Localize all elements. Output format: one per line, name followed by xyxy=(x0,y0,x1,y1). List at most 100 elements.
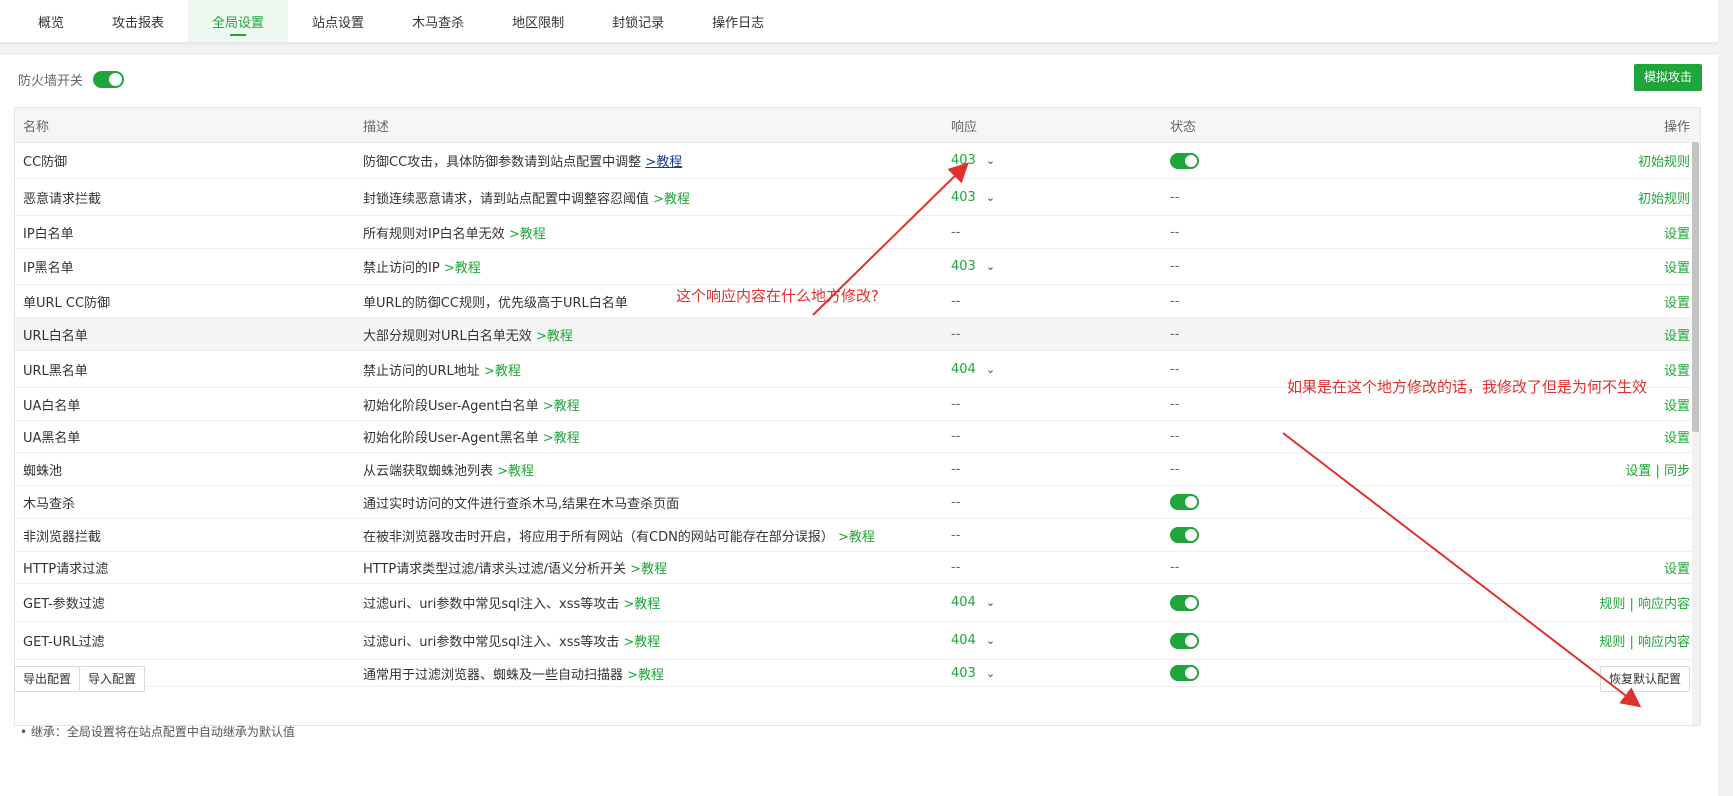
rule-description-text: 封锁连续恶意请求，请到站点配置中调整容忍阈值 xyxy=(363,191,654,207)
restore-default-button[interactable]: 恢复默认配置 xyxy=(1599,666,1690,692)
response-cell[interactable]: 403 ⌄ xyxy=(951,259,1170,274)
action-cell: 初始规则 xyxy=(1482,188,1700,207)
response-code: -- xyxy=(951,396,961,412)
action-link[interactable]: 设置 xyxy=(1664,562,1690,577)
rule-name: URL白名单 xyxy=(23,328,88,344)
chevron-down-icon[interactable]: ⌄ xyxy=(986,260,995,273)
rule-description-text: 所有规则对IP白名单无效 xyxy=(363,226,509,242)
action-link[interactable]: 设置 xyxy=(1664,431,1690,446)
table-row: IP白名单 所有规则对IP白名单无效 >教程 -- -- 设置 xyxy=(15,216,1700,249)
tutorial-link[interactable]: >教程 xyxy=(543,431,580,446)
tab-0[interactable]: 概览 xyxy=(14,0,88,42)
action-link[interactable]: 设置 xyxy=(1664,364,1690,379)
table-scrollbar-thumb[interactable] xyxy=(1692,142,1699,432)
response-code: -- xyxy=(951,326,961,342)
rule-description-text: 禁止访问的URL地址 xyxy=(363,363,484,379)
tutorial-link[interactable]: >教程 xyxy=(645,155,682,170)
simulate-attack-button[interactable]: 模拟攻击 xyxy=(1633,64,1702,91)
response-cell[interactable]: 404 ⌄ xyxy=(951,362,1170,377)
tutorial-link[interactable]: >教程 xyxy=(444,261,481,276)
table-row: HTTP请求过滤 HTTP请求类型过滤/请求头过滤/语义分析开关 >教程 -- -- 设… xyxy=(15,552,1700,584)
action-separator: | xyxy=(1625,635,1638,650)
tutorial-link[interactable]: >教程 xyxy=(623,597,660,612)
rule-description: 初始化阶段User-Agent黑名单 >教程 xyxy=(363,427,951,446)
rule-description-text: 通常用于过滤浏览器、蜘蛛及一些自动扫描器 xyxy=(363,667,628,683)
action-link[interactable]: 规则 xyxy=(1599,597,1625,612)
tab-4[interactable]: 木马查杀 xyxy=(388,0,488,42)
status-text: -- xyxy=(1170,189,1180,205)
tutorial-link[interactable]: >教程 xyxy=(623,635,660,650)
status-toggle[interactable] xyxy=(1170,152,1199,169)
tutorial-link[interactable]: >教程 xyxy=(543,399,580,414)
response-cell: -- xyxy=(951,397,1170,412)
action-cell: 规则 | 响应内容 xyxy=(1482,593,1700,612)
tab-1[interactable]: 攻击报表 xyxy=(88,0,188,42)
rule-name: IP白名单 xyxy=(23,226,74,242)
response-code: -- xyxy=(951,461,961,477)
status-cell xyxy=(1170,594,1482,611)
tab-7[interactable]: 操作日志 xyxy=(688,0,788,42)
action-link[interactable]: 设置 xyxy=(1625,464,1651,479)
action-link[interactable]: 规则 xyxy=(1599,635,1625,650)
table-row: User-Agent过滤通常用于过滤浏览器、蜘蛛及一些自动扫描器 >教程403⌄… xyxy=(15,660,1700,687)
response-cell[interactable]: 403 ⌄ xyxy=(951,153,1170,168)
export-config-button[interactable]: 导出配置 xyxy=(14,666,81,692)
status-toggle[interactable] xyxy=(1170,665,1199,681)
action-link[interactable]: 响应内容 xyxy=(1638,597,1690,612)
tutorial-link[interactable]: >教程 xyxy=(484,364,521,379)
response-cell[interactable]: 403 ⌄ xyxy=(951,190,1170,205)
tutorial-link[interactable]: >教程 xyxy=(509,227,546,242)
response-code: 403 xyxy=(951,153,976,168)
status-text: -- xyxy=(1170,259,1180,274)
action-cell: 初始规则 xyxy=(1482,151,1700,170)
tab-2[interactable]: 全局设置 xyxy=(188,0,289,42)
tutorial-link[interactable]: >教程 xyxy=(497,464,534,479)
status-toggle[interactable] xyxy=(1170,527,1199,543)
import-config-button[interactable]: 导入配置 xyxy=(79,666,146,692)
response-cell[interactable]: 404 ⌄ xyxy=(951,633,1170,648)
response-code: 403 xyxy=(951,665,976,681)
action-link[interactable]: 同步 xyxy=(1664,464,1690,479)
action-link[interactable]: 设置 xyxy=(1664,261,1690,276)
tab-5[interactable]: 地区限制 xyxy=(488,0,588,42)
action-link[interactable]: 设置 xyxy=(1664,296,1690,311)
action-link[interactable]: 响应内容 xyxy=(1638,635,1690,650)
action-link[interactable]: 设置 xyxy=(1664,227,1690,242)
response-cell[interactable]: 403 ⌄ xyxy=(951,666,1170,681)
rule-description-text: 单URL的防御CC规则，优先级高于URL白名单 xyxy=(363,295,628,311)
chevron-down-icon[interactable]: ⌄ xyxy=(986,363,995,376)
status-cell: -- xyxy=(1170,429,1482,444)
status-cell: -- xyxy=(1170,225,1482,240)
status-toggle[interactable] xyxy=(1170,632,1199,649)
response-cell[interactable]: 404 ⌄ xyxy=(951,595,1170,610)
tutorial-link[interactable]: >教程 xyxy=(653,192,690,207)
col-name-header: 名称 xyxy=(23,119,50,135)
response-code: 404 xyxy=(951,633,976,648)
response-cell: -- xyxy=(951,429,1170,444)
tutorial-link[interactable]: >教程 xyxy=(536,329,573,344)
chevron-down-icon[interactable]: ⌄ xyxy=(986,191,995,204)
tab-3[interactable]: 站点设置 xyxy=(288,0,388,42)
action-link[interactable]: 设置 xyxy=(1664,399,1690,414)
action-link[interactable]: 初始规则 xyxy=(1638,192,1690,207)
action-link[interactable]: 设置 xyxy=(1664,329,1690,344)
chevron-down-icon[interactable]: ⌄ xyxy=(986,596,995,609)
tutorial-link[interactable]: >教程 xyxy=(838,530,875,545)
status-toggle[interactable] xyxy=(1170,594,1199,611)
rule-description-text: 过滤uri、uri参数中常见sql注入、xss等攻击 xyxy=(363,597,624,612)
response-cell: -- xyxy=(951,225,1170,240)
chevron-down-icon[interactable]: ⌄ xyxy=(986,154,995,167)
action-link[interactable]: 初始规则 xyxy=(1638,155,1690,170)
table-row: 蜘蛛池 从云端获取蜘蛛池列表 >教程 -- -- 设置 | 同步 xyxy=(15,453,1700,486)
status-toggle[interactable] xyxy=(1170,494,1199,510)
rule-description: 从云端获取蜘蛛池列表 >教程 xyxy=(363,460,951,479)
status-text: -- xyxy=(1170,560,1180,575)
chevron-down-icon[interactable]: ⌄ xyxy=(986,634,995,647)
firewall-toggle[interactable] xyxy=(93,71,125,88)
rule-name: IP黑名单 xyxy=(23,261,74,276)
chevron-down-icon[interactable]: ⌄ xyxy=(986,667,995,680)
tab-6[interactable]: 封锁记录 xyxy=(588,0,688,42)
tutorial-link[interactable]: >教程 xyxy=(627,668,664,683)
tutorial-link[interactable]: >教程 xyxy=(630,562,667,577)
action-separator: | xyxy=(1651,463,1664,479)
